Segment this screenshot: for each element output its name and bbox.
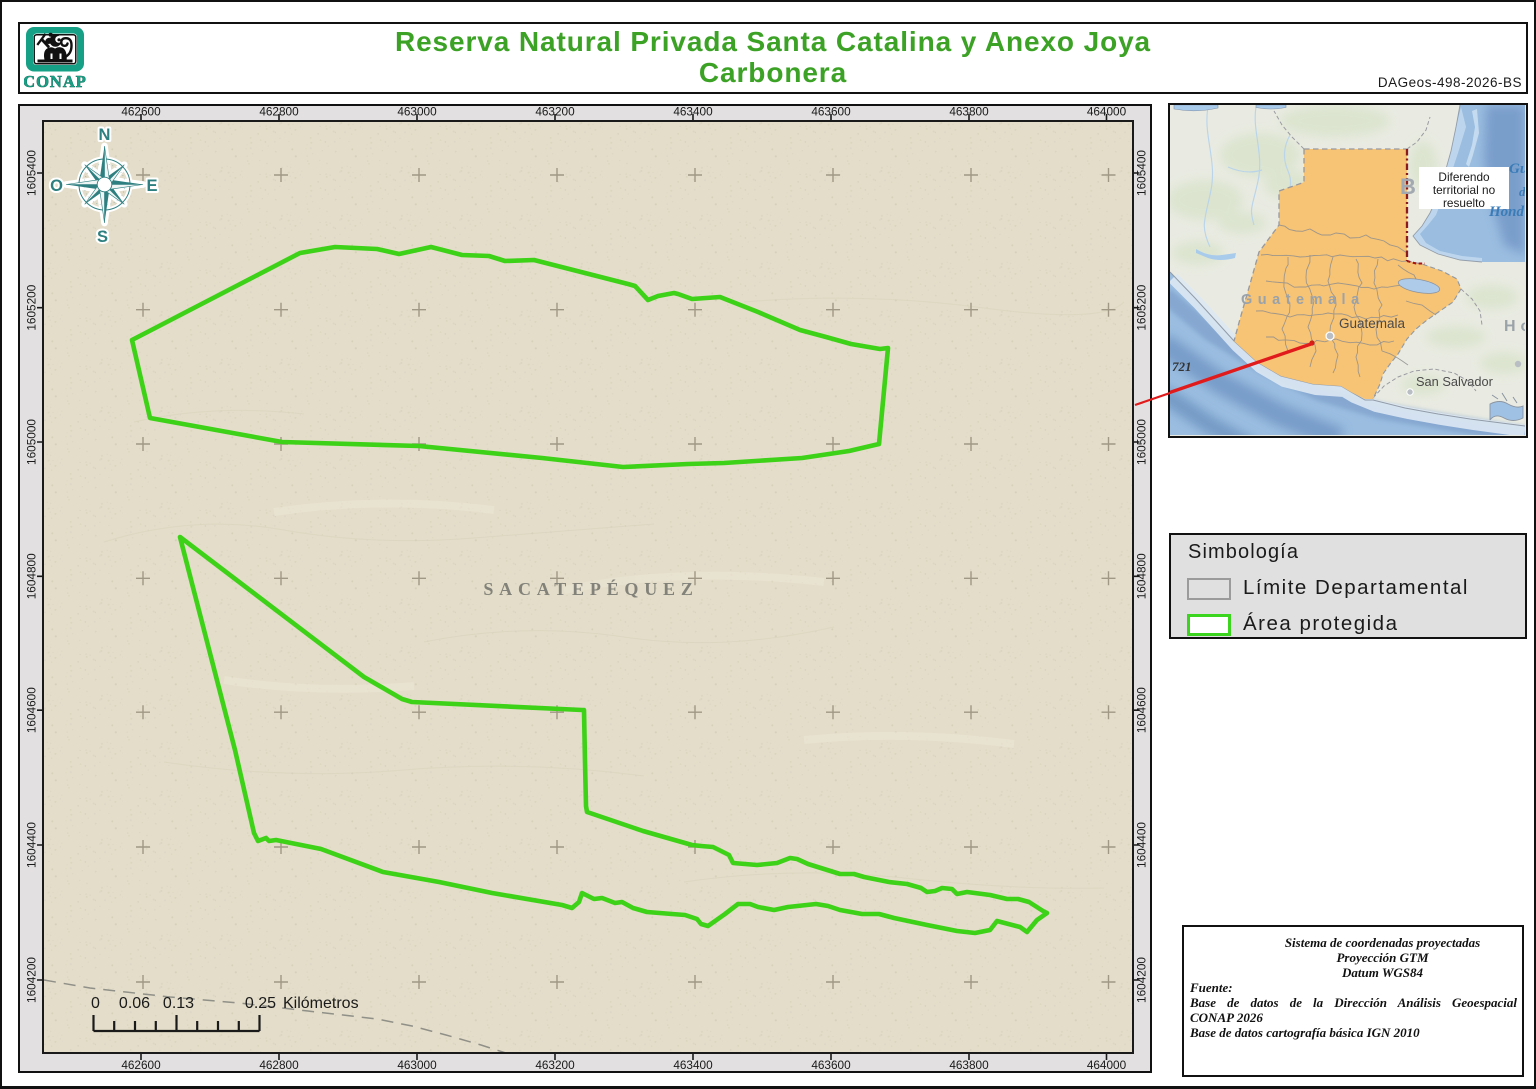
svg-text:721: 721 bbox=[1172, 359, 1192, 374]
svg-text:S: S bbox=[97, 228, 108, 246]
svg-text:territorial no: territorial no bbox=[1433, 183, 1496, 197]
svg-text:d: d bbox=[1519, 184, 1525, 199]
svg-text:Guatemala: Guatemala bbox=[1339, 316, 1406, 331]
svg-text:San Salvador: San Salvador bbox=[1416, 374, 1494, 389]
svg-text:SACATEPÉQUEZ: SACATEPÉQUEZ bbox=[483, 578, 698, 599]
svg-text:0.06: 0.06 bbox=[119, 995, 150, 1012]
svg-text:0.13: 0.13 bbox=[163, 995, 194, 1012]
svg-text:Guatemala: Guatemala bbox=[1241, 292, 1365, 308]
svg-text:Kilómetros: Kilómetros bbox=[283, 995, 359, 1012]
svg-text:resuelto: resuelto bbox=[1443, 196, 1485, 210]
svg-text:0: 0 bbox=[91, 995, 100, 1012]
svg-text:Ho: Ho bbox=[1504, 318, 1525, 335]
svg-text:O: O bbox=[50, 177, 63, 195]
svg-text:Hond: Hond bbox=[1488, 204, 1525, 220]
svg-text:B: B bbox=[1400, 174, 1416, 199]
svg-text:E: E bbox=[146, 177, 157, 195]
svg-text:N: N bbox=[99, 126, 111, 144]
svg-text:CONAP: CONAP bbox=[24, 72, 87, 91]
svg-text:Gu: Gu bbox=[1509, 161, 1525, 177]
svg-text:0.25: 0.25 bbox=[245, 995, 276, 1012]
svg-text:Diferendo: Diferendo bbox=[1438, 170, 1490, 184]
